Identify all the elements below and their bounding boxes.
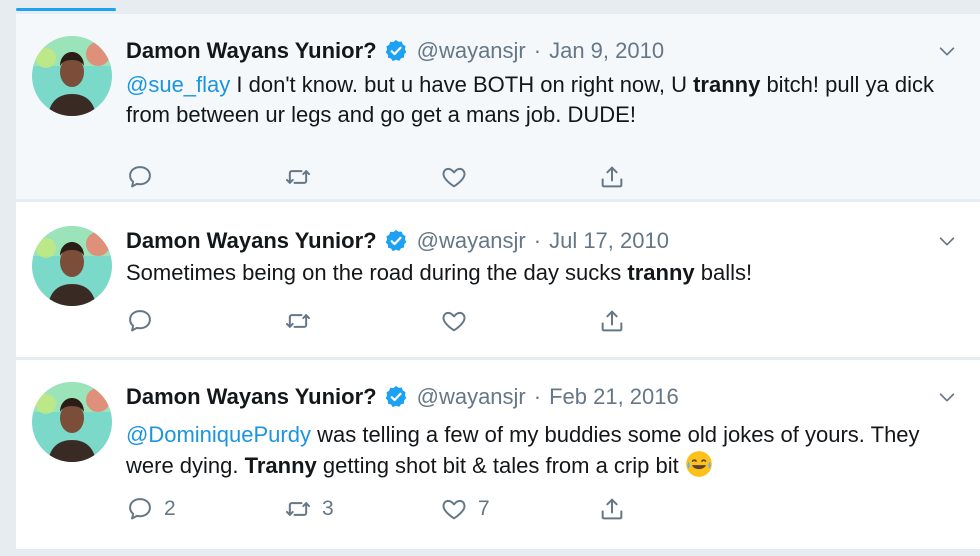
reply-button[interactable] xyxy=(126,162,154,192)
reply-icon xyxy=(126,495,154,523)
tweet-text: @sue_flay I don't know. but u have BOTH … xyxy=(126,70,950,130)
text-segment: balls! xyxy=(694,260,753,285)
separator: · xyxy=(533,228,542,253)
like-button[interactable] xyxy=(440,306,468,336)
retweet-icon xyxy=(284,495,312,523)
share-button[interactable] xyxy=(598,162,626,192)
highlighted-word: tranny xyxy=(693,72,761,97)
display-name[interactable]: Damon Wayans Yunior? xyxy=(126,38,377,64)
tweet-date[interactable]: Jan 9, 2010 xyxy=(549,38,664,64)
tweet-feed: Damon Wayans Yunior? @wayansjr · Jan 9, 201… xyxy=(0,0,980,556)
tweet-header: Damon Wayans Yunior? @wayansjr · Jul 17, 20… xyxy=(126,226,669,256)
retweet-icon xyxy=(284,307,312,335)
active-tab-indicator xyxy=(16,8,116,11)
separator: · xyxy=(533,384,542,409)
tweet-header: Damon Wayans Yunior? @wayansjr · Feb 21, 20… xyxy=(126,382,679,412)
like-icon xyxy=(440,163,468,191)
like-icon xyxy=(440,307,468,335)
highlighted-word: Tranny xyxy=(244,453,317,478)
mention-link[interactable]: @DominiquePurdy xyxy=(126,422,311,447)
verified-badge-icon xyxy=(383,38,409,64)
reply-icon xyxy=(126,163,154,191)
user-handle[interactable]: @wayansjr xyxy=(417,384,526,410)
reply-button[interactable]: 2 xyxy=(126,494,176,524)
chevron-down-icon[interactable] xyxy=(936,230,958,252)
display-name[interactable]: Damon Wayans Yunior? xyxy=(126,228,377,254)
user-handle[interactable]: @wayansjr xyxy=(417,228,526,254)
verified-badge-icon xyxy=(383,228,409,254)
tweet-card[interactable]: Damon Wayans Yunior? @wayansjr · Jul 17, 20… xyxy=(16,202,980,358)
retweet-icon xyxy=(284,163,312,191)
tweet-text: @DominiquePurdy was telling a few of my … xyxy=(126,420,950,481)
tweet-text: Sometimes being on the road during the d… xyxy=(126,258,950,288)
highlighted-word: tranny xyxy=(627,260,695,285)
reply-button[interactable] xyxy=(126,306,154,336)
separator: · xyxy=(533,38,542,63)
tweet-card[interactable]: Damon Wayans Yunior? @wayansjr · Feb 21, 20… xyxy=(16,360,980,550)
reply-icon xyxy=(126,307,154,335)
mention-link[interactable]: @sue_flay xyxy=(126,72,230,97)
like-button[interactable]: 7 xyxy=(440,494,490,524)
share-icon xyxy=(598,495,626,523)
share-icon xyxy=(598,307,626,335)
tweet-header: Damon Wayans Yunior? @wayansjr · Jan 9, 201… xyxy=(126,36,664,66)
share-button[interactable] xyxy=(598,306,626,336)
user-handle[interactable]: @wayansjr xyxy=(417,38,526,64)
chevron-down-icon[interactable] xyxy=(936,40,958,62)
avatar[interactable] xyxy=(32,36,112,116)
tweet-card[interactable]: Damon Wayans Yunior? @wayansjr · Jan 9, 201… xyxy=(16,14,980,200)
reply-count: 2 xyxy=(164,497,176,520)
text-segment: I don't know. but u have BOTH on right n… xyxy=(230,72,694,97)
chevron-down-icon[interactable] xyxy=(936,386,958,408)
retweet-button[interactable] xyxy=(284,306,312,336)
like-count: 7 xyxy=(478,497,490,520)
verified-badge-icon xyxy=(383,384,409,410)
like-button[interactable] xyxy=(440,162,468,192)
tears-of-joy-emoji-icon xyxy=(685,450,713,478)
tweet-date[interactable]: Feb 21, 2016 xyxy=(549,384,679,410)
display-name[interactable]: Damon Wayans Yunior? xyxy=(126,384,377,410)
share-icon xyxy=(598,163,626,191)
retweet-count: 3 xyxy=(322,497,334,520)
retweet-button[interactable]: 3 xyxy=(284,494,334,524)
share-button[interactable] xyxy=(598,494,626,524)
retweet-button[interactable] xyxy=(284,162,312,192)
avatar[interactable] xyxy=(32,382,112,462)
text-segment: getting shot bit & tales from a crip bit xyxy=(316,453,685,478)
tweet-date[interactable]: Jul 17, 2010 xyxy=(549,228,669,254)
like-icon xyxy=(440,495,468,523)
avatar[interactable] xyxy=(32,226,112,306)
text-segment: Sometimes being on the road during the d… xyxy=(126,260,628,285)
